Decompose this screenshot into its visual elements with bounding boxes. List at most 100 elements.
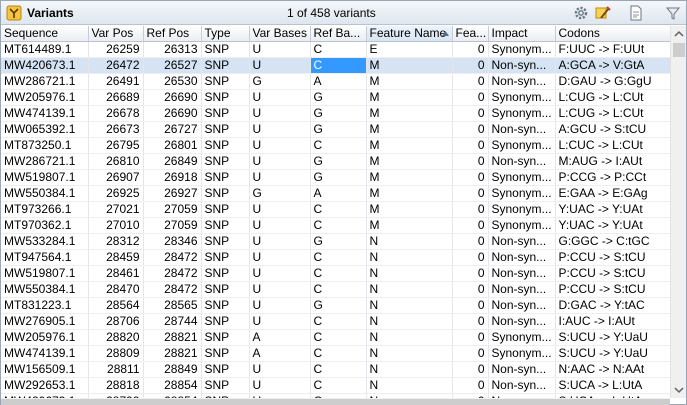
cell-impact[interactable]: Synonym... xyxy=(488,345,556,362)
cell-ref-pos[interactable]: 28821 xyxy=(143,329,202,346)
cell-sequence[interactable]: MT831223.1 xyxy=(1,297,89,314)
cell-sequence[interactable]: MW205976.1 xyxy=(1,329,89,346)
cell-codons[interactable]: S:UCA -> L:UtA xyxy=(555,377,670,394)
cell-ref-pos[interactable]: 26530 xyxy=(143,73,202,90)
cell-var-bases[interactable]: U xyxy=(249,217,311,234)
cell-impact[interactable]: Synonym... xyxy=(488,169,556,186)
cell-sequence[interactable]: MT873250.1 xyxy=(1,137,89,154)
table-row[interactable]: MT831223.1 28564 28565 SNP U G N 0 Non-syn... D:G… xyxy=(1,297,670,314)
cell-codons[interactable]: G:GGC -> C:tGC xyxy=(555,233,670,250)
cell-impact[interactable]: Non-syn... xyxy=(488,377,556,394)
cell-var-pos[interactable]: 26689 xyxy=(88,89,144,106)
filter-icon[interactable] xyxy=(665,5,681,21)
cell-ref-pos[interactable]: 28821 xyxy=(143,345,202,362)
cell-codons[interactable]: P:CCU -> S:tCU xyxy=(555,265,670,282)
cell-ref-bases[interactable]: C xyxy=(310,313,367,330)
cell-var-bases[interactable]: U xyxy=(249,265,311,282)
cell-codons[interactable]: Y:UAC -> Y:UAt xyxy=(555,217,670,234)
cell-ref-pos[interactable]: 28472 xyxy=(143,265,202,282)
cell-impact[interactable]: Synonym... xyxy=(488,137,556,154)
cell-ref-pos[interactable]: 28346 xyxy=(143,233,202,250)
cell-type[interactable]: SNP xyxy=(201,233,250,250)
cell-codons[interactable]: P:CCU -> S:tCU xyxy=(555,281,670,298)
cell-var-bases[interactable]: U xyxy=(249,89,311,106)
cell-var-bases[interactable]: U xyxy=(249,313,311,330)
table-row[interactable]: MT970362.1 27010 27059 SNP U C M 0 Synonym... Y:U… xyxy=(1,217,670,234)
cell-ref-pos[interactable]: 26727 xyxy=(143,121,202,138)
cell-fea[interactable]: 0 xyxy=(452,201,489,218)
table-row[interactable]: MW519807.1 26907 26918 SNP U G M 0 Synonym... P:C… xyxy=(1,169,670,186)
cell-codons[interactable]: D:GAC -> Y:tAC xyxy=(555,297,670,314)
cell-var-bases[interactable]: U xyxy=(249,249,311,266)
cell-feature-name[interactable]: M xyxy=(366,121,453,138)
cell-ref-bases[interactable]: G xyxy=(310,169,367,186)
cell-var-pos[interactable]: 28312 xyxy=(88,233,144,250)
cell-ref-bases[interactable]: C xyxy=(310,57,367,74)
cell-ref-pos[interactable]: 28854 xyxy=(143,377,202,394)
cell-impact[interactable]: Synonym... xyxy=(488,217,556,234)
cell-impact[interactable]: Non-syn... xyxy=(488,153,556,170)
cell-impact[interactable]: Non-syn... xyxy=(488,233,556,250)
column-header-codons[interactable]: Codons xyxy=(555,26,670,42)
cell-codons[interactable]: P:CCU -> S:tCU xyxy=(555,249,670,266)
table-row[interactable]: MW292653.1 28818 28854 SNP U C N 0 Non-syn... S:U… xyxy=(1,377,670,394)
cell-var-pos[interactable]: 28811 xyxy=(88,361,144,378)
cell-feature-name[interactable]: N xyxy=(366,249,453,266)
cell-ref-pos[interactable]: 26527 xyxy=(143,57,202,74)
cell-codons[interactable]: A:GCA -> V:GtA xyxy=(555,57,670,74)
cell-var-bases[interactable]: G xyxy=(249,185,311,202)
table-row[interactable]: MW474139.1 28809 28821 SNP A C N 0 Synonym... S:U… xyxy=(1,345,670,362)
cell-impact[interactable]: Non-syn... xyxy=(488,313,556,330)
cell-var-bases[interactable]: U xyxy=(249,233,311,250)
cell-feature-name[interactable]: E xyxy=(366,41,453,58)
cell-sequence[interactable]: MT973266.1 xyxy=(1,201,89,218)
cell-sequence[interactable]: MW533284.1 xyxy=(1,233,89,250)
cell-fea[interactable]: 0 xyxy=(452,217,489,234)
cell-feature-name[interactable]: M xyxy=(366,217,453,234)
table-row[interactable]: MW205976.1 28820 28821 SNP A C N 0 Synonym... S:U… xyxy=(1,329,670,346)
cell-codons[interactable]: M:AUG -> I:AUt xyxy=(555,153,670,170)
cell-type[interactable]: SNP xyxy=(201,153,250,170)
cell-type[interactable]: SNP xyxy=(201,265,250,282)
cell-ref-pos[interactable]: 26849 xyxy=(143,153,202,170)
table-row[interactable]: MW474139.1 26678 26690 SNP U G M 0 Synonym... L:C… xyxy=(1,105,670,122)
cell-ref-bases[interactable]: G xyxy=(310,121,367,138)
cell-feature-name[interactable]: M xyxy=(366,89,453,106)
cell-type[interactable]: SNP xyxy=(201,185,250,202)
cell-codons[interactable]: P:CCG -> P:CCt xyxy=(555,169,670,186)
cell-fea[interactable]: 0 xyxy=(452,73,489,90)
cell-feature-name[interactable]: M xyxy=(366,153,453,170)
cell-impact[interactable]: Non-syn... xyxy=(488,121,556,138)
column-header-sequence[interactable]: Sequence xyxy=(1,26,89,42)
cell-fea[interactable]: 0 xyxy=(452,153,489,170)
cell-fea[interactable]: 0 xyxy=(452,121,489,138)
cell-ref-pos[interactable]: 27059 xyxy=(143,217,202,234)
cell-var-pos[interactable]: 26491 xyxy=(88,73,144,90)
horizontal-scrollbar-thumb[interactable] xyxy=(1,399,670,405)
export-icon[interactable] xyxy=(628,5,644,21)
cell-sequence[interactable]: MW286721.1 xyxy=(1,73,89,90)
cell-fea[interactable]: 0 xyxy=(452,377,489,394)
cell-codons[interactable]: E:GAA -> E:GAg xyxy=(555,185,670,202)
cell-var-pos[interactable]: 26795 xyxy=(88,137,144,154)
table-row[interactable]: MT614489.1 26259 26313 SNP U C E 0 Synonym... F:U… xyxy=(1,41,670,58)
cell-impact[interactable]: Non-syn... xyxy=(488,73,556,90)
column-header-ref-bases[interactable]: Ref Ba... xyxy=(310,26,367,42)
cell-var-bases[interactable]: U xyxy=(249,377,311,394)
cell-impact[interactable]: Synonym... xyxy=(488,105,556,122)
cell-var-bases[interactable]: U xyxy=(249,41,311,58)
column-header-impact[interactable]: Impact xyxy=(488,26,556,42)
cell-ref-pos[interactable]: 26927 xyxy=(143,185,202,202)
cell-fea[interactable]: 0 xyxy=(452,57,489,74)
cell-sequence[interactable]: MW065392.1 xyxy=(1,121,89,138)
cell-ref-bases[interactable]: C xyxy=(310,265,367,282)
cell-impact[interactable]: Non-syn... xyxy=(488,249,556,266)
table-row[interactable]: MW286721.1 26810 26849 SNP U G M 0 Non-syn... M:A… xyxy=(1,153,670,170)
cell-ref-bases[interactable]: C xyxy=(310,217,367,234)
cell-impact[interactable]: Synonym... xyxy=(488,41,556,58)
cell-type[interactable]: SNP xyxy=(201,297,250,314)
cell-var-pos[interactable]: 26810 xyxy=(88,153,144,170)
cell-codons[interactable]: S:UCU -> Y:UaU xyxy=(555,329,670,346)
cell-var-pos[interactable]: 26678 xyxy=(88,105,144,122)
cell-var-pos[interactable]: 26259 xyxy=(88,41,144,58)
